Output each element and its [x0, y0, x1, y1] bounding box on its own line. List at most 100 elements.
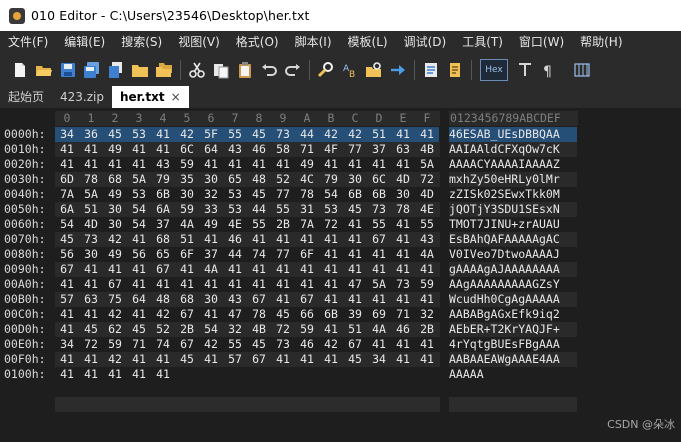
hex-byte[interactable]: 41	[271, 157, 295, 171]
hex-byte[interactable]: 41	[415, 262, 439, 276]
hex-byte[interactable]: 67	[367, 232, 391, 246]
hex-byte[interactable]: 41	[79, 352, 103, 366]
hex-byte[interactable]: 41	[343, 232, 367, 246]
hex-byte[interactable]: 30	[199, 292, 223, 306]
hex-byte[interactable]: 63	[79, 292, 103, 306]
hex-byte[interactable]: 41	[79, 367, 103, 381]
hex-byte[interactable]: 73	[79, 232, 103, 246]
paragraph-icon[interactable]: ¶	[538, 59, 560, 81]
menu-debug[interactable]: 调试(D)	[396, 31, 455, 53]
hex-byte[interactable]: 41	[127, 367, 151, 381]
menu-tools[interactable]: 工具(T)	[454, 31, 511, 53]
hex-byte[interactable]: 32	[415, 307, 439, 321]
hex-byte[interactable]: 56	[127, 247, 151, 261]
cut-icon[interactable]	[186, 59, 208, 81]
hex-byte[interactable]: 41	[319, 352, 343, 366]
hex-byte[interactable]: 6C	[175, 142, 199, 156]
hex-byte[interactable]: 34	[367, 352, 391, 366]
hex-byte[interactable]: 49	[103, 142, 127, 156]
find-icon[interactable]	[315, 59, 337, 81]
hex-byte[interactable]: 30	[79, 247, 103, 261]
hex-byte[interactable]: 52	[151, 322, 175, 336]
hex-byte[interactable]: 41	[79, 262, 103, 276]
hex-byte[interactable]: 41	[55, 142, 79, 156]
hex-byte[interactable]: 42	[103, 307, 127, 321]
copy-icon[interactable]	[105, 59, 127, 81]
hex-byte[interactable]: 41	[175, 262, 199, 276]
hex-byte[interactable]: 59	[175, 157, 199, 171]
hex-byte[interactable]: 2B	[271, 217, 295, 231]
hex-byte[interactable]: 72	[415, 172, 439, 186]
menu-search[interactable]: 搜索(S)	[113, 31, 170, 53]
hex-byte[interactable]: 41	[367, 157, 391, 171]
ascii-text[interactable]: 4rYqtgBUEsFBgAAA	[449, 337, 560, 351]
hex-byte[interactable]: 41	[55, 307, 79, 321]
hex-byte[interactable]: 66	[295, 307, 319, 321]
hex-byte[interactable]: 64	[199, 142, 223, 156]
hex-byte[interactable]: 44	[295, 127, 319, 141]
hex-byte[interactable]: 59	[103, 337, 127, 351]
menu-help[interactable]: 帮助(H)	[572, 31, 630, 53]
hex-byte[interactable]: 30	[391, 187, 415, 201]
hex-byte[interactable]: 54	[319, 187, 343, 201]
hex-byte[interactable]: 47	[343, 277, 367, 291]
hex-byte[interactable]: 4A	[199, 262, 223, 276]
hex-byte[interactable]: 41	[271, 232, 295, 246]
hex-byte[interactable]: 4A	[175, 217, 199, 231]
hex-byte[interactable]: 41	[247, 157, 271, 171]
hex-byte[interactable]: 41	[55, 322, 79, 336]
hex-byte[interactable]: 30	[103, 202, 127, 216]
hex-byte[interactable]: 68	[103, 172, 127, 186]
hex-byte[interactable]: 41	[295, 277, 319, 291]
hex-byte[interactable]: 42	[151, 307, 175, 321]
hex-byte[interactable]: 41	[271, 352, 295, 366]
hex-byte[interactable]: 41	[79, 307, 103, 321]
hex-byte[interactable]: 64	[127, 292, 151, 306]
ascii-text[interactable]: AAAACYAAAAIAAAAZ	[449, 157, 560, 171]
hex-byte[interactable]: 41	[343, 157, 367, 171]
hex-byte[interactable]: 41	[199, 157, 223, 171]
clipboard-icon[interactable]	[234, 59, 256, 81]
ascii-text[interactable]: mxhZy50eHRLy0lMr	[449, 172, 560, 186]
hex-byte[interactable]: 41	[55, 157, 79, 171]
hex-byte[interactable]: 49	[103, 187, 127, 201]
hex-byte[interactable]: 67	[103, 277, 127, 291]
hex-byte[interactable]: 57	[223, 352, 247, 366]
hex-byte[interactable]: 4D	[391, 172, 415, 186]
ascii-text[interactable]: 46ESAB_UEsDBBQAA	[449, 127, 560, 141]
ascii-text[interactable]: WcudHh0CgAgAAAAA	[449, 292, 560, 306]
menu-window[interactable]: 窗口(W)	[511, 31, 572, 53]
hex-byte[interactable]: 6A	[151, 202, 175, 216]
hex-byte[interactable]: 44	[247, 202, 271, 216]
hex-byte[interactable]: 67	[295, 292, 319, 306]
ascii-text[interactable]: AABABgAGxEfk9iq2	[449, 307, 560, 321]
hex-byte[interactable]: 5A	[415, 157, 439, 171]
hex-byte[interactable]: 41	[199, 277, 223, 291]
hex-byte[interactable]: 78	[295, 187, 319, 201]
hex-byte[interactable]: 68	[151, 232, 175, 246]
hex-byte[interactable]: 41	[391, 262, 415, 276]
hex-byte[interactable]: 41	[367, 292, 391, 306]
hex-byte[interactable]: 41	[127, 232, 151, 246]
hex-byte[interactable]: 41	[79, 277, 103, 291]
ascii-text[interactable]: zZISk02SEwxTkk0M	[449, 187, 560, 201]
hex-byte[interactable]: 51	[367, 127, 391, 141]
hex-byte[interactable]: 79	[319, 172, 343, 186]
hex-byte[interactable]: 55	[247, 217, 271, 231]
hex-byte[interactable]: 6B	[151, 187, 175, 201]
hex-byte[interactable]: 45	[127, 322, 151, 336]
hex-byte[interactable]: 4E	[223, 217, 247, 231]
hex-byte[interactable]: 54	[55, 217, 79, 231]
hex-byte[interactable]: 41	[319, 247, 343, 261]
hex-byte[interactable]: 7A	[295, 217, 319, 231]
hex-byte[interactable]: 33	[199, 202, 223, 216]
hex-byte[interactable]: 41	[199, 232, 223, 246]
hex-byte[interactable]: 41	[247, 232, 271, 246]
tab-start-page[interactable]: 起始页	[0, 86, 52, 108]
hex-byte[interactable]: 46	[247, 142, 271, 156]
hex-byte[interactable]: 5A	[79, 187, 103, 201]
hex-byte[interactable]: 41	[343, 217, 367, 231]
hex-byte[interactable]: 43	[223, 142, 247, 156]
folder-icon[interactable]	[129, 59, 151, 81]
hex-byte[interactable]: 41	[391, 247, 415, 261]
